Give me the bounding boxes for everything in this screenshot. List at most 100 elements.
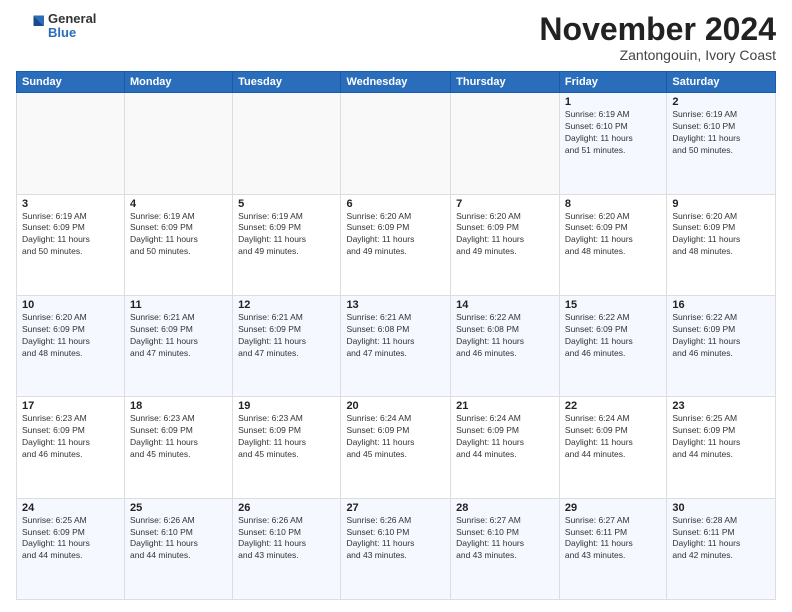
- day-info: Sunrise: 6:19 AM Sunset: 6:09 PM Dayligh…: [130, 211, 227, 259]
- day-number: 16: [672, 299, 770, 311]
- day-number: 6: [346, 198, 445, 210]
- day-number: 21: [456, 400, 554, 412]
- day-info: Sunrise: 6:19 AM Sunset: 6:10 PM Dayligh…: [565, 109, 661, 157]
- week-row-2: 10Sunrise: 6:20 AM Sunset: 6:09 PM Dayli…: [17, 295, 776, 396]
- day-cell: 9Sunrise: 6:20 AM Sunset: 6:09 PM Daylig…: [667, 194, 776, 295]
- day-info: Sunrise: 6:24 AM Sunset: 6:09 PM Dayligh…: [346, 413, 445, 461]
- day-cell: 22Sunrise: 6:24 AM Sunset: 6:09 PM Dayli…: [559, 397, 666, 498]
- day-info: Sunrise: 6:19 AM Sunset: 6:09 PM Dayligh…: [238, 211, 335, 259]
- logo-blue: Blue: [48, 26, 96, 40]
- day-cell: 10Sunrise: 6:20 AM Sunset: 6:09 PM Dayli…: [17, 295, 125, 396]
- day-number: 7: [456, 198, 554, 210]
- day-cell: 11Sunrise: 6:21 AM Sunset: 6:09 PM Dayli…: [124, 295, 232, 396]
- day-cell: 14Sunrise: 6:22 AM Sunset: 6:08 PM Dayli…: [451, 295, 560, 396]
- day-cell: 4Sunrise: 6:19 AM Sunset: 6:09 PM Daylig…: [124, 194, 232, 295]
- day-info: Sunrise: 6:28 AM Sunset: 6:11 PM Dayligh…: [672, 515, 770, 563]
- day-number: 15: [565, 299, 661, 311]
- day-info: Sunrise: 6:22 AM Sunset: 6:09 PM Dayligh…: [565, 312, 661, 360]
- day-cell: 15Sunrise: 6:22 AM Sunset: 6:09 PM Dayli…: [559, 295, 666, 396]
- day-info: Sunrise: 6:21 AM Sunset: 6:09 PM Dayligh…: [130, 312, 227, 360]
- day-cell: 6Sunrise: 6:20 AM Sunset: 6:09 PM Daylig…: [341, 194, 451, 295]
- col-wednesday: Wednesday: [341, 72, 451, 93]
- day-cell: [341, 93, 451, 194]
- day-info: Sunrise: 6:25 AM Sunset: 6:09 PM Dayligh…: [672, 413, 770, 461]
- day-number: 20: [346, 400, 445, 412]
- col-monday: Monday: [124, 72, 232, 93]
- day-info: Sunrise: 6:27 AM Sunset: 6:10 PM Dayligh…: [456, 515, 554, 563]
- day-cell: 23Sunrise: 6:25 AM Sunset: 6:09 PM Dayli…: [667, 397, 776, 498]
- day-info: Sunrise: 6:20 AM Sunset: 6:09 PM Dayligh…: [565, 211, 661, 259]
- day-cell: 19Sunrise: 6:23 AM Sunset: 6:09 PM Dayli…: [233, 397, 341, 498]
- col-thursday: Thursday: [451, 72, 560, 93]
- page: General Blue November 2024 Zantongouin, …: [0, 0, 792, 612]
- logo-icon: [16, 12, 44, 40]
- location: Zantongouin, Ivory Coast: [539, 47, 776, 63]
- day-cell: 17Sunrise: 6:23 AM Sunset: 6:09 PM Dayli…: [17, 397, 125, 498]
- col-sunday: Sunday: [17, 72, 125, 93]
- logo: General Blue: [16, 12, 96, 41]
- day-info: Sunrise: 6:27 AM Sunset: 6:11 PM Dayligh…: [565, 515, 661, 563]
- day-cell: 7Sunrise: 6:20 AM Sunset: 6:09 PM Daylig…: [451, 194, 560, 295]
- col-saturday: Saturday: [667, 72, 776, 93]
- day-number: 26: [238, 502, 335, 514]
- week-row-1: 3Sunrise: 6:19 AM Sunset: 6:09 PM Daylig…: [17, 194, 776, 295]
- day-cell: 18Sunrise: 6:23 AM Sunset: 6:09 PM Dayli…: [124, 397, 232, 498]
- day-info: Sunrise: 6:26 AM Sunset: 6:10 PM Dayligh…: [130, 515, 227, 563]
- day-info: Sunrise: 6:23 AM Sunset: 6:09 PM Dayligh…: [238, 413, 335, 461]
- day-info: Sunrise: 6:21 AM Sunset: 6:08 PM Dayligh…: [346, 312, 445, 360]
- month-title: November 2024: [539, 12, 776, 47]
- col-tuesday: Tuesday: [233, 72, 341, 93]
- day-info: Sunrise: 6:22 AM Sunset: 6:09 PM Dayligh…: [672, 312, 770, 360]
- day-cell: [17, 93, 125, 194]
- day-info: Sunrise: 6:19 AM Sunset: 6:10 PM Dayligh…: [672, 109, 770, 157]
- day-number: 14: [456, 299, 554, 311]
- day-info: Sunrise: 6:24 AM Sunset: 6:09 PM Dayligh…: [565, 413, 661, 461]
- day-number: 3: [22, 198, 119, 210]
- day-cell: 12Sunrise: 6:21 AM Sunset: 6:09 PM Dayli…: [233, 295, 341, 396]
- col-friday: Friday: [559, 72, 666, 93]
- day-cell: 2Sunrise: 6:19 AM Sunset: 6:10 PM Daylig…: [667, 93, 776, 194]
- day-number: 19: [238, 400, 335, 412]
- day-number: 29: [565, 502, 661, 514]
- day-cell: 29Sunrise: 6:27 AM Sunset: 6:11 PM Dayli…: [559, 498, 666, 599]
- calendar-table: Sunday Monday Tuesday Wednesday Thursday…: [16, 71, 776, 600]
- day-cell: 26Sunrise: 6:26 AM Sunset: 6:10 PM Dayli…: [233, 498, 341, 599]
- day-cell: 30Sunrise: 6:28 AM Sunset: 6:11 PM Dayli…: [667, 498, 776, 599]
- day-info: Sunrise: 6:20 AM Sunset: 6:09 PM Dayligh…: [346, 211, 445, 259]
- day-number: 24: [22, 502, 119, 514]
- day-info: Sunrise: 6:26 AM Sunset: 6:10 PM Dayligh…: [346, 515, 445, 563]
- day-info: Sunrise: 6:19 AM Sunset: 6:09 PM Dayligh…: [22, 211, 119, 259]
- day-info: Sunrise: 6:26 AM Sunset: 6:10 PM Dayligh…: [238, 515, 335, 563]
- day-number: 5: [238, 198, 335, 210]
- day-info: Sunrise: 6:22 AM Sunset: 6:08 PM Dayligh…: [456, 312, 554, 360]
- day-number: 10: [22, 299, 119, 311]
- day-number: 30: [672, 502, 770, 514]
- calendar: Sunday Monday Tuesday Wednesday Thursday…: [16, 71, 776, 600]
- day-cell: 27Sunrise: 6:26 AM Sunset: 6:10 PM Dayli…: [341, 498, 451, 599]
- title-block: November 2024 Zantongouin, Ivory Coast: [539, 12, 776, 63]
- day-cell: 28Sunrise: 6:27 AM Sunset: 6:10 PM Dayli…: [451, 498, 560, 599]
- day-cell: 16Sunrise: 6:22 AM Sunset: 6:09 PM Dayli…: [667, 295, 776, 396]
- day-number: 18: [130, 400, 227, 412]
- day-number: 23: [672, 400, 770, 412]
- day-number: 17: [22, 400, 119, 412]
- logo-general: General: [48, 12, 96, 26]
- header: General Blue November 2024 Zantongouin, …: [16, 12, 776, 63]
- day-cell: 24Sunrise: 6:25 AM Sunset: 6:09 PM Dayli…: [17, 498, 125, 599]
- day-number: 12: [238, 299, 335, 311]
- day-info: Sunrise: 6:24 AM Sunset: 6:09 PM Dayligh…: [456, 413, 554, 461]
- day-number: 25: [130, 502, 227, 514]
- header-row: Sunday Monday Tuesday Wednesday Thursday…: [17, 72, 776, 93]
- day-number: 27: [346, 502, 445, 514]
- day-number: 28: [456, 502, 554, 514]
- day-info: Sunrise: 6:20 AM Sunset: 6:09 PM Dayligh…: [456, 211, 554, 259]
- day-number: 22: [565, 400, 661, 412]
- day-cell: [451, 93, 560, 194]
- week-row-0: 1Sunrise: 6:19 AM Sunset: 6:10 PM Daylig…: [17, 93, 776, 194]
- week-row-4: 24Sunrise: 6:25 AM Sunset: 6:09 PM Dayli…: [17, 498, 776, 599]
- day-info: Sunrise: 6:20 AM Sunset: 6:09 PM Dayligh…: [22, 312, 119, 360]
- logo-text: General Blue: [48, 12, 96, 41]
- day-cell: 20Sunrise: 6:24 AM Sunset: 6:09 PM Dayli…: [341, 397, 451, 498]
- day-cell: 1Sunrise: 6:19 AM Sunset: 6:10 PM Daylig…: [559, 93, 666, 194]
- day-info: Sunrise: 6:23 AM Sunset: 6:09 PM Dayligh…: [22, 413, 119, 461]
